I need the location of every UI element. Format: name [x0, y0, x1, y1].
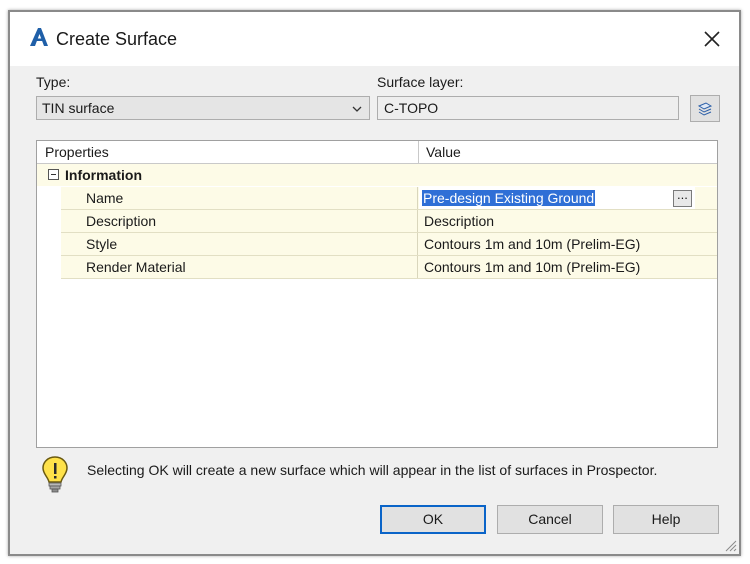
selected-text[interactable]: Pre-design Existing Ground [422, 190, 596, 206]
ellipsis-label: ... [677, 187, 688, 202]
surface-layer-field[interactable]: C-TOPO [377, 96, 679, 120]
row-divider [417, 233, 418, 255]
autocad-a-icon [30, 28, 48, 46]
property-row-name[interactable]: Name Pre-design Existing Ground ... [61, 187, 717, 210]
surface-layer-label: Surface layer: [377, 74, 464, 90]
dialog-title: Create Surface [56, 29, 178, 49]
value-column-header: Value [426, 144, 461, 160]
category-information[interactable]: Information [37, 164, 717, 186]
property-row-render-material[interactable]: Render Material Contours 1m and 10m (Pre… [61, 256, 717, 279]
property-value[interactable]: Description [424, 213, 494, 229]
ellipsis-button[interactable]: ... [673, 187, 692, 207]
property-key: Name [86, 190, 124, 206]
name-value-input[interactable]: Pre-design Existing Ground ... [419, 187, 695, 209]
create-surface-dialog: Create Surface Type: TIN surface Surface… [8, 10, 741, 556]
type-dropdown[interactable]: TIN surface [36, 96, 370, 120]
properties-grid: Properties Value Information Name Pre-de… [36, 140, 718, 448]
row-divider [417, 256, 418, 278]
info-message: Selecting OK will create a new surface w… [87, 462, 658, 478]
surface-layer-value: C-TOPO [384, 100, 439, 116]
property-key: Render Material [86, 259, 186, 275]
cancel-button[interactable]: Cancel [497, 505, 603, 534]
property-value[interactable]: Contours 1m and 10m (Prelim-EG) [424, 259, 640, 275]
select-layer-button[interactable] [690, 95, 720, 122]
collapse-icon[interactable] [48, 169, 59, 180]
lightbulb-icon [42, 456, 68, 493]
ok-button[interactable]: OK [380, 505, 486, 534]
header-divider [418, 141, 419, 163]
property-key: Description [86, 213, 157, 229]
close-icon[interactable] [699, 26, 725, 52]
layers-icon [697, 102, 713, 116]
row-divider [417, 210, 418, 232]
chevron-down-icon [352, 106, 362, 112]
property-key: Style [86, 236, 118, 252]
property-row-style[interactable]: Style Contours 1m and 10m (Prelim-EG) [61, 233, 717, 256]
title-bar: Create Surface [10, 12, 739, 66]
type-value: TIN surface [42, 100, 115, 116]
property-row-description[interactable]: Description Description [61, 210, 717, 233]
grid-header: Properties Value [37, 141, 717, 164]
row-divider [417, 187, 418, 209]
properties-column-header: Properties [45, 144, 109, 160]
help-button[interactable]: Help [613, 505, 719, 534]
property-value[interactable]: Contours 1m and 10m (Prelim-EG) [424, 236, 640, 252]
type-label: Type: [36, 74, 71, 90]
resize-grip-icon[interactable] [723, 538, 737, 552]
category-label: Information [65, 167, 142, 183]
